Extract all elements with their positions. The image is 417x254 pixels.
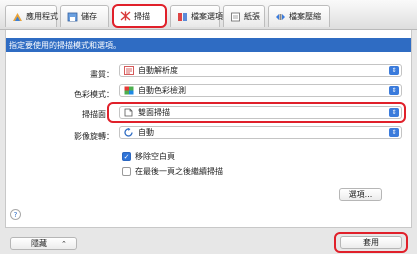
apply-button[interactable]: 套用	[340, 236, 402, 249]
tab-applications[interactable]: 應用程式	[5, 5, 58, 27]
settings-panel: 指定要使用的掃描模式和選項。 畫質： 自動解析度 ⇕ 色彩模式： 自動色彩檢測 …	[5, 30, 412, 228]
chevron-up-icon: ⌃	[61, 239, 67, 248]
quality-label: 畫質：	[90, 70, 114, 79]
field-row-rotation: 影像旋轉：	[6, 130, 114, 143]
color-mode-value: 自動色彩檢測	[138, 86, 186, 95]
app-icon	[12, 12, 23, 22]
chevron-updown-icon: ⇕	[389, 66, 399, 75]
tab-file-options[interactable]: 檔案選項	[170, 5, 223, 27]
checkbox-checked-icon[interactable]: ✓	[122, 152, 131, 161]
tab-label: 檔案壓縮	[289, 12, 321, 21]
hide-button[interactable]: 隱藏 ⌃	[10, 237, 77, 250]
color-mode-icon	[124, 86, 134, 95]
rotation-select[interactable]: 自動 ⇕	[119, 126, 402, 139]
save-icon	[67, 12, 78, 22]
hide-label: 隱藏	[31, 239, 47, 248]
chevron-updown-icon: ⇕	[389, 108, 399, 117]
checkbox-label: 在最後一頁之後繼續掃描	[135, 167, 223, 176]
tab-label: 紙張	[244, 12, 260, 21]
tab-save[interactable]: 儲存	[60, 5, 109, 27]
scan-side-select[interactable]: 雙面掃描 ⇕	[119, 106, 402, 119]
tab-label: 檔案選項	[191, 12, 223, 21]
rotate-icon	[124, 128, 134, 137]
scan-side-value: 雙面掃描	[138, 108, 170, 117]
color-mode-label: 色彩模式：	[74, 90, 114, 99]
scan-icon	[120, 11, 131, 21]
remove-blank-pages-checkbox[interactable]: ✓ 移除空白頁	[122, 151, 175, 162]
tab-label: 應用程式	[26, 12, 58, 21]
field-row-quality: 畫質：	[6, 68, 114, 81]
field-row-color: 色彩模式：	[6, 88, 114, 101]
tab-bar: 應用程式 儲存 掃描 檔案選項 紙張 檔案壓縮	[0, 0, 417, 30]
options-button[interactable]: 選項...	[339, 188, 382, 201]
duplex-icon	[124, 108, 134, 117]
checkbox-unchecked-icon[interactable]	[122, 167, 131, 176]
tab-label: 掃描	[134, 11, 150, 21]
rotation-value: 自動	[138, 128, 154, 137]
chevron-updown-icon: ⇕	[389, 86, 399, 95]
resolution-icon	[124, 66, 134, 75]
panel-title: 指定要使用的掃描模式和選項。	[6, 38, 411, 52]
quality-select[interactable]: 自動解析度 ⇕	[119, 64, 402, 77]
continue-scanning-checkbox[interactable]: 在最後一頁之後繼續掃描	[122, 166, 223, 177]
footer-bar: 隱藏 ⌃ 套用	[0, 228, 417, 254]
field-row-side: 掃描面：	[6, 108, 114, 121]
tab-label: 儲存	[81, 12, 97, 21]
compression-icon	[275, 12, 286, 22]
checkbox-label: 移除空白頁	[135, 152, 175, 161]
color-mode-select[interactable]: 自動色彩檢測 ⇕	[119, 84, 402, 97]
rotation-label: 影像旋轉：	[74, 132, 114, 141]
file-options-icon	[177, 12, 188, 22]
tab-scan[interactable]: 掃描	[112, 4, 167, 28]
chevron-updown-icon: ⇕	[389, 128, 399, 137]
tab-paper[interactable]: 紙張	[223, 5, 265, 27]
paper-icon	[230, 12, 241, 22]
help-icon[interactable]: ?	[10, 209, 21, 220]
quality-value: 自動解析度	[138, 66, 178, 75]
tab-compression[interactable]: 檔案壓縮	[268, 5, 330, 27]
